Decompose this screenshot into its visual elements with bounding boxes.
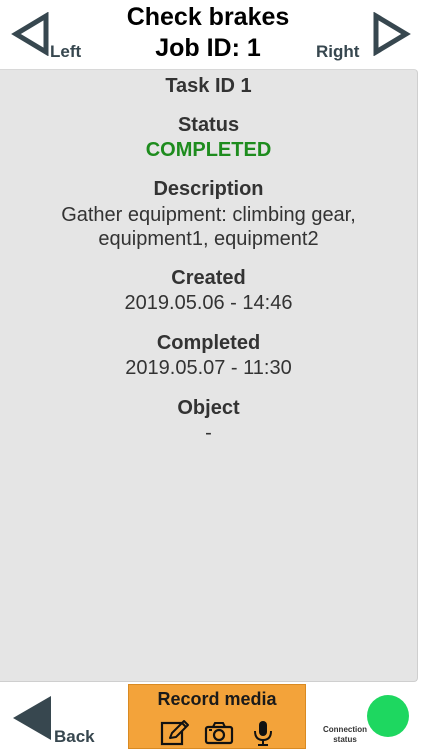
completed-label: Completed [156, 332, 261, 354]
record-media-label: Record media [157, 689, 277, 709]
job-id: Job ID: 1 [155, 34, 261, 62]
created-label: Created [171, 267, 246, 289]
object-label: Object [177, 397, 240, 419]
connection-status-indicator [367, 695, 409, 737]
left-arrow-icon[interactable] [11, 12, 51, 56]
description-label: Description [153, 178, 264, 200]
object-value: - [205, 422, 212, 444]
right-arrow-icon[interactable] [371, 12, 411, 56]
back-arrow-icon[interactable] [11, 694, 53, 742]
right-nav-label[interactable]: Right [316, 42, 359, 62]
task-details-panel: Task ID 1 Status COMPLETED Description G… [0, 69, 418, 682]
page-title: Check brakes [126, 3, 290, 31]
header-bar: Left Check brakes Job ID: 1 Right [0, 0, 422, 68]
edit-icon[interactable] [160, 719, 190, 747]
microphone-icon[interactable] [248, 719, 278, 747]
status-badge: COMPLETED [145, 139, 272, 161]
left-nav-label[interactable]: Left [50, 42, 81, 62]
record-media-panel: Record media [128, 684, 306, 749]
connection-status-label: Connection status [323, 725, 367, 744]
description-value: Gather equipment: climbing gear, equipme… [61, 204, 356, 250]
title-block: Check brakes Job ID: 1 [100, 2, 316, 64]
back-button[interactable]: Back [54, 727, 95, 747]
footer-bar: Back Record media Connection status [0, 683, 422, 750]
camera-icon[interactable] [204, 719, 234, 747]
task-id: Task ID 1 [165, 75, 252, 97]
created-value: 2019.05.06 - 14:46 [124, 292, 293, 314]
status-label: Status [177, 114, 240, 136]
completed-value: 2019.05.07 - 11:30 [125, 357, 292, 379]
